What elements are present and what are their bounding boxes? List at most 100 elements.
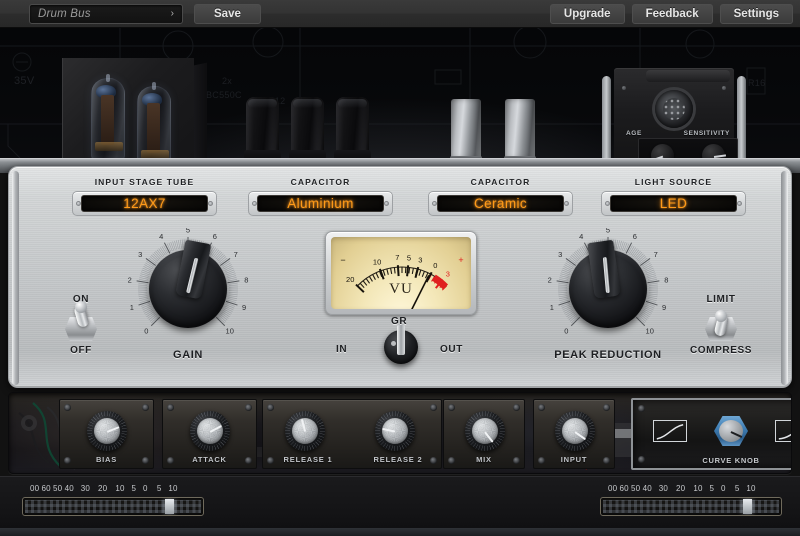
input-label: INPUT: [560, 455, 588, 464]
svg-text:2: 2: [548, 275, 552, 284]
meter-selector-knob[interactable]: [380, 325, 422, 364]
meter-tick: 60: [41, 484, 51, 493]
meter-tick: 0: [143, 484, 148, 493]
curve-hard-icon[interactable]: [775, 420, 791, 442]
chevron-right-icon: ›: [170, 7, 174, 19]
readout-value: Ceramic: [473, 196, 528, 211]
svg-text:7: 7: [234, 250, 238, 259]
screw-icon: [252, 201, 257, 206]
save-button[interactable]: Save: [194, 3, 261, 24]
bias-label: BIAS: [95, 455, 118, 464]
peak-reduction-label: PEAK REDUCTION: [554, 349, 662, 361]
readout-title: LIGHT SOURCE: [634, 177, 713, 187]
readout-bezel: LED: [601, 191, 746, 216]
tube-housing: [62, 58, 194, 173]
svg-text:10: 10: [226, 326, 234, 335]
release-2-knob[interactable]: [375, 411, 415, 451]
curve-soft-icon[interactable]: [653, 420, 687, 442]
readout-screen: Ceramic: [437, 195, 564, 212]
faceplate-edge-left: [12, 171, 19, 385]
preset-name: Drum Bus: [38, 7, 91, 20]
meter-tick: 30: [80, 484, 91, 493]
power-switch[interactable]: ON OFF: [45, 294, 117, 356]
mode-switch[interactable]: LIMIT COMPRESS: [685, 294, 757, 356]
optical-attenuator-module: AGE SENSITIVITY: [600, 56, 748, 173]
meter-tick: 50: [53, 484, 63, 493]
attack-knob-plate: ATTACK: [162, 399, 257, 469]
aluminium-capacitor-1: [450, 99, 482, 161]
curve-knob[interactable]: [714, 416, 748, 446]
meter-tick: 20: [676, 484, 686, 493]
meter-tick: 10: [693, 484, 703, 493]
screw-icon: [208, 201, 213, 206]
vu-meter: 20 10 7 5 3 0 3− + VU: [325, 231, 477, 315]
readout-screen: Aluminium: [257, 195, 384, 212]
meter-in-label: IN: [336, 344, 348, 355]
feedback-button[interactable]: Feedback: [631, 3, 713, 24]
svg-text:10: 10: [373, 257, 381, 266]
right-level-meter[interactable]: 00 60 50 40 30 20 10 5 0 5 10: [600, 484, 782, 516]
meter-tick: 40: [64, 484, 74, 493]
gain-knob[interactable]: 0 1 2 3 4 5 6 7 8 9 10: [127, 228, 249, 350]
attack-knob[interactable]: [190, 411, 230, 451]
input-knob[interactable]: [555, 411, 595, 451]
ceramic-capacitor-3: [334, 97, 371, 160]
meter-tick: 5: [156, 484, 162, 493]
svg-text:7: 7: [395, 253, 399, 262]
readout-input-stage-tube[interactable]: INPUT STAGE TUBE 12AX7: [72, 177, 217, 216]
svg-text:5: 5: [606, 228, 610, 235]
svg-text:BC550C: BC550C: [206, 90, 242, 100]
left-meter-segments: [25, 500, 201, 513]
svg-text:−: −: [340, 255, 345, 265]
preset-selector[interactable]: Drum Bus ›: [29, 3, 183, 24]
left-meter-scale: 00 60 50 40 30 20 10 5 0 5 10: [22, 484, 204, 497]
switch-tip: [715, 310, 727, 322]
left-meter-bar: [22, 497, 204, 516]
meter-tick: 50: [631, 484, 641, 493]
meter-tick: 40: [642, 484, 652, 493]
peak-reduction-knob[interactable]: 0 1 2 3 4 5 6 7 8 9 10: [547, 228, 669, 350]
svg-text:0: 0: [144, 326, 148, 335]
svg-text:1: 1: [130, 303, 134, 312]
readout-value: 12AX7: [123, 196, 166, 211]
readout-light-source[interactable]: LIGHT SOURCE LED: [601, 177, 746, 216]
svg-text:+: +: [458, 255, 463, 265]
curve-knob-plate: CURVE KNOB: [631, 398, 791, 470]
upgrade-button[interactable]: Upgrade: [549, 3, 625, 24]
svg-text:0: 0: [433, 261, 437, 270]
left-level-meter[interactable]: 00 60 50 40 30 20 10 5 0 5 10: [22, 484, 204, 516]
toolbar-right-group: Upgrade Feedback Settings: [549, 3, 793, 24]
readout-title: INPUT STAGE TUBE: [94, 177, 195, 187]
ceramic-capacitor-1: [244, 97, 281, 160]
meter-tick: 10: [746, 484, 756, 493]
bias-knob[interactable]: [87, 411, 127, 451]
readout-capacitor-1[interactable]: CAPACITOR Aluminium: [248, 177, 393, 216]
curve-knob-label: CURVE KNOB: [702, 456, 760, 465]
svg-text:9: 9: [662, 303, 666, 312]
release-knobs-plate: RELEASE 1 RELEASE 2: [262, 399, 442, 469]
release-1-knob[interactable]: [285, 411, 325, 451]
settings-button[interactable]: Settings: [719, 3, 793, 24]
attack-label: ATTACK: [192, 455, 227, 464]
module-handle: [646, 70, 730, 82]
right-meter-indicator: [743, 499, 753, 514]
svg-text:6: 6: [213, 232, 217, 241]
svg-text:0: 0: [564, 326, 568, 335]
svg-text:R16: R16: [748, 78, 765, 88]
meter-tick: 00: [29, 484, 40, 493]
svg-text:3: 3: [418, 255, 422, 264]
ceramic-capacitor-2: [289, 97, 326, 160]
svg-text:2x: 2x: [222, 76, 232, 86]
multipin-connector-icon: [655, 90, 693, 128]
input-knob-plate: INPUT: [533, 399, 615, 469]
mode-limit-label: LIMIT: [706, 294, 736, 305]
screw-icon: [76, 201, 81, 206]
meter-tick: 30: [658, 484, 669, 493]
screw-icon: [737, 201, 742, 206]
readout-bezel: 12AX7: [72, 191, 217, 216]
switch-tip: [75, 301, 87, 313]
left-meter-indicator: [165, 499, 175, 514]
readout-capacitor-2[interactable]: CAPACITOR Ceramic: [428, 177, 573, 216]
screw-icon: [605, 201, 610, 206]
mix-knob[interactable]: [465, 411, 505, 451]
